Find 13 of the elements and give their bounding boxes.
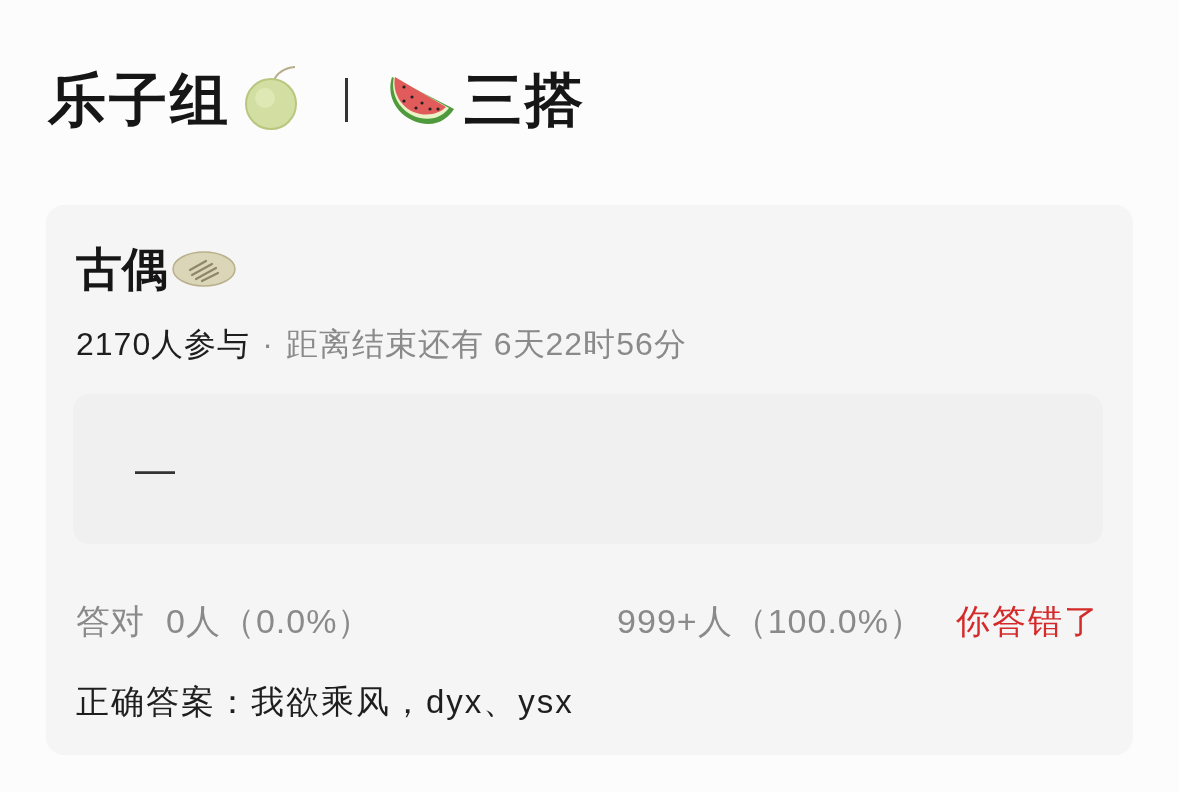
participant-count: 2170人参与 (76, 326, 251, 362)
tag-title: 三搭 (464, 68, 586, 132)
countdown-text: 距离结束还有 6天22时56分 (285, 326, 687, 362)
separator-dot: · (262, 326, 274, 362)
answer-text: — (135, 447, 175, 491)
flatbread-icon (172, 250, 236, 288)
result-text: 你答错了 (956, 601, 1100, 641)
quiz-title: 古偶 (76, 243, 168, 295)
wrong-count: 999+人（100.0%） (617, 601, 924, 641)
correct-answer-text: 正确答案：我欲乘风，dyx、ysx (76, 682, 574, 722)
group-title: 乐子组 (48, 68, 231, 132)
correct-count: 0人（0.0%） (166, 601, 373, 641)
correct-label: 答对 (76, 601, 144, 641)
